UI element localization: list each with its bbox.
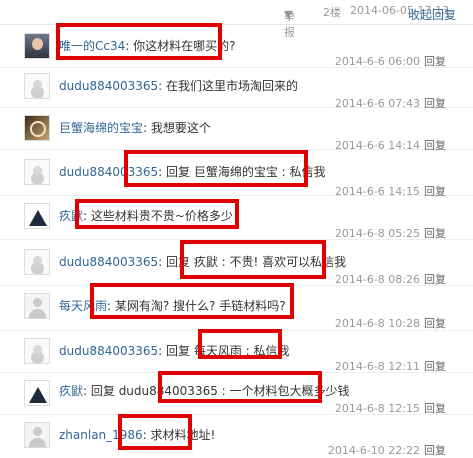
highlight-box xyxy=(198,329,282,359)
comment-item: 巨蟹海绵的宝宝: 我想要这个 2014-6-6 14:14 回复 xyxy=(0,107,473,152)
user-avatar[interactable] xyxy=(24,115,50,141)
user-avatar[interactable] xyxy=(24,159,50,185)
highlight-box xyxy=(75,199,239,229)
comment-item: dudu884003365: 在我们这里市场淘回来的 2014-6-6 07:4… xyxy=(0,67,473,110)
comment-author[interactable]: 疚鼣 xyxy=(59,384,83,398)
user-avatar[interactable] xyxy=(24,33,50,59)
comment-body: : 在我们这里市场淘回来的 xyxy=(158,79,299,93)
highlight-box xyxy=(124,150,308,187)
highlight-box xyxy=(56,23,222,60)
collapse-reply-link[interactable]: 收起回复 xyxy=(408,6,456,23)
comment-text: dudu884003365: 在我们这里市场淘回来的 xyxy=(59,77,298,94)
highlight-box xyxy=(158,371,322,403)
comment-meta: 2014-6-8 10:28 回复 xyxy=(335,315,446,331)
highlight-box xyxy=(90,283,294,319)
highlight-box xyxy=(118,414,192,450)
user-avatar[interactable] xyxy=(24,380,50,406)
comment-author[interactable]: dudu884003365 xyxy=(59,344,158,358)
comment-author[interactable]: 巨蟹海绵的宝宝 xyxy=(59,121,143,135)
comment-body: : 我想要这个 xyxy=(143,121,211,135)
reply-button[interactable]: 回复 xyxy=(424,444,446,457)
comment-thread: 举报 ▼ 2楼 2014-06-05 17:13 收起回复 唯一的Cc34: 你这… xyxy=(0,0,473,458)
comment-author[interactable]: dudu884003365 xyxy=(59,255,158,269)
comment-meta: 2014-6-10 22:22 回复 xyxy=(328,442,446,458)
floor-number: 2楼 xyxy=(323,6,341,19)
user-avatar[interactable] xyxy=(24,422,50,448)
reply-button[interactable]: 回复 xyxy=(424,317,446,330)
user-avatar[interactable] xyxy=(24,203,50,229)
comment-item: zhanlan_1986: 求材料地址! 2014-6-10 22:22 回复 xyxy=(0,414,473,458)
comment-author[interactable]: dudu884003365 xyxy=(59,79,158,93)
dropdown-arrow-icon: ▼ xyxy=(284,8,293,21)
comment-time: 2014-6-8 10:28 xyxy=(334,317,420,330)
user-avatar[interactable] xyxy=(24,338,50,364)
comment-time: 2014-6-10 22:22 xyxy=(327,444,420,457)
post-meta-bar: 举报 ▼ 2楼 2014-06-05 17:13 收起回复 xyxy=(0,0,473,39)
user-avatar[interactable] xyxy=(24,293,50,319)
user-avatar[interactable] xyxy=(24,73,50,99)
comment-text: 巨蟹海绵的宝宝: 我想要这个 xyxy=(59,119,211,136)
user-avatar[interactable] xyxy=(24,249,50,275)
highlight-box xyxy=(180,240,326,279)
